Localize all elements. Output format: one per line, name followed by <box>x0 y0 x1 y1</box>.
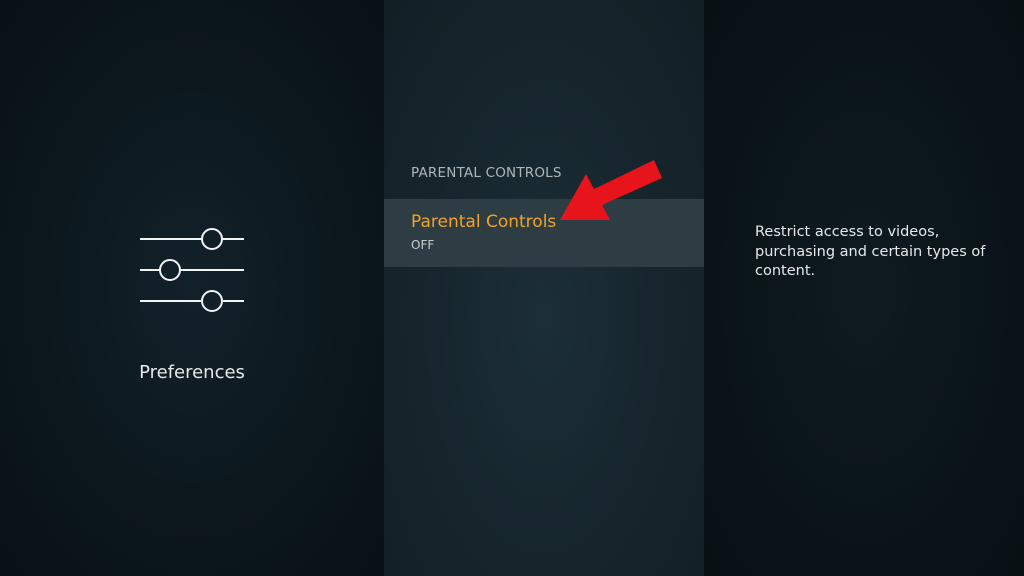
options-panel <box>384 0 704 576</box>
category-title: Preferences <box>139 362 245 383</box>
description-panel <box>704 0 1024 576</box>
section-header: PARENTAL CONTROLS <box>411 165 562 181</box>
red-arrow-icon <box>560 160 662 220</box>
category-panel: Preferences <box>0 0 384 576</box>
option-description: Restrict access to videos, purchasing an… <box>755 224 986 279</box>
menu-item-title: Parental Controls <box>411 212 557 232</box>
settings-screen: Preferences PARENTAL CONTROLS Parental C… <box>0 0 1024 576</box>
sliders-icon <box>140 228 244 312</box>
menu-item-status: OFF <box>411 238 435 252</box>
